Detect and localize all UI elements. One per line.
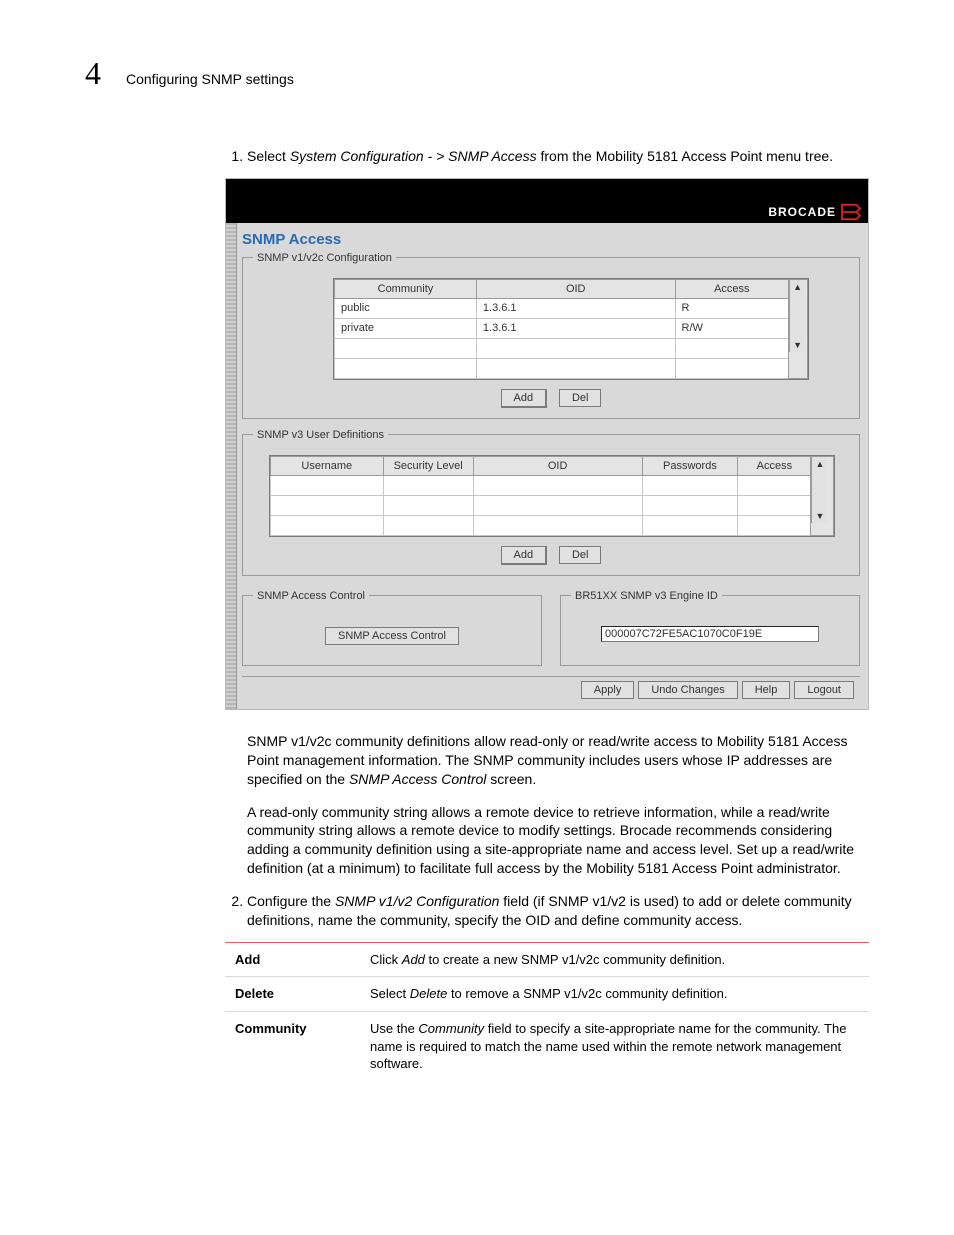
del-button[interactable]: Del: [559, 389, 602, 407]
cell[interactable]: private: [335, 318, 477, 338]
table-scrollbar[interactable]: ▲ ▼: [811, 457, 827, 523]
cell[interactable]: R: [675, 298, 789, 318]
engine-id-field[interactable]: [601, 626, 819, 642]
col-access[interactable]: Access: [675, 279, 789, 298]
col-access2[interactable]: Access: [738, 456, 811, 475]
community-table: Community OID Access ▲ ▼: [334, 279, 808, 379]
col-username[interactable]: Username: [271, 456, 384, 475]
def-desc: Use the Community field to specify a sit…: [360, 1012, 869, 1081]
table-row[interactable]: [335, 338, 808, 358]
step-2: Configure the SNMP v1/v2 Configuration f…: [247, 892, 869, 930]
step-1: Select System Configuration - > SNMP Acc…: [247, 147, 869, 166]
group-legend: SNMP Access Control: [253, 590, 369, 602]
col-oid[interactable]: OID: [476, 279, 675, 298]
page-header: 4 Configuring SNMP settings: [85, 55, 869, 92]
cell[interactable]: 1.3.6.1: [476, 298, 675, 318]
scroll-down-icon[interactable]: ▼: [793, 338, 802, 352]
def-desc: Select Delete to remove a SNMP v1/v2c co…: [360, 977, 869, 1012]
group-legend: SNMP v1/v2c Configuration: [253, 252, 396, 264]
chapter-number: 4: [85, 55, 101, 92]
engine-id-group: BR51XX SNMP v3 Engine ID: [560, 590, 860, 666]
table-row[interactable]: private 1.3.6.1 R/W: [335, 318, 808, 338]
table-row[interactable]: [271, 515, 834, 535]
cell[interactable]: 1.3.6.1: [476, 318, 675, 338]
col-oid2[interactable]: OID: [473, 456, 642, 475]
col-community[interactable]: Community: [335, 279, 477, 298]
del-button[interactable]: Del: [559, 546, 602, 564]
undo-changes-button[interactable]: Undo Changes: [638, 681, 737, 699]
table-row[interactable]: [271, 475, 834, 495]
col-passwords[interactable]: Passwords: [642, 456, 738, 475]
body-paragraph: SNMP v1/v2c community definitions allow …: [247, 732, 869, 789]
group-legend: SNMP v3 User Definitions: [253, 429, 388, 441]
brocade-logo-icon: [840, 203, 862, 221]
def-desc: Click Add to create a new SNMP v1/v2c co…: [360, 942, 869, 977]
def-term: Community: [225, 1012, 360, 1081]
snmp-access-screenshot: BROCADE SNMP Access SNMP v1/v2c Configur…: [225, 178, 869, 710]
snmp-v1v2c-config-group: SNMP v1/v2c Configuration Community OID …: [242, 252, 860, 419]
col-seclevel[interactable]: Security Level: [383, 456, 473, 475]
user-table: Username Security Level OID Passwords Ac…: [270, 456, 834, 536]
scroll-up-icon[interactable]: ▲: [793, 280, 802, 294]
snmp-v3-user-group: SNMP v3 User Definitions Username Securi…: [242, 429, 860, 576]
logout-button[interactable]: Logout: [794, 681, 854, 699]
sidebar-handle[interactable]: [226, 223, 237, 709]
snmp-access-control-button[interactable]: SNMP Access Control: [325, 627, 459, 645]
table-row[interactable]: [271, 495, 834, 515]
cell[interactable]: public: [335, 298, 477, 318]
help-button[interactable]: Help: [742, 681, 791, 699]
add-button[interactable]: Add: [501, 546, 548, 565]
body-paragraph: A read-only community string allows a re…: [247, 803, 869, 879]
apply-button[interactable]: Apply: [581, 681, 635, 699]
page-title: SNMP Access: [242, 231, 860, 248]
table-scrollbar[interactable]: ▲ ▼: [789, 280, 805, 352]
group-legend: BR51XX SNMP v3 Engine ID: [571, 590, 722, 602]
definitions-table: Add Click Add to create a new SNMP v1/v2…: [225, 942, 869, 1081]
button-bar: Apply Undo Changes Help Logout: [242, 676, 860, 703]
table-row[interactable]: [335, 358, 808, 378]
add-button[interactable]: Add: [501, 389, 548, 408]
def-term: Delete: [225, 977, 360, 1012]
table-row[interactable]: public 1.3.6.1 R: [335, 298, 808, 318]
brand-row: BROCADE: [226, 201, 868, 223]
scroll-down-icon[interactable]: ▼: [815, 509, 824, 523]
def-term: Add: [225, 942, 360, 977]
scroll-up-icon[interactable]: ▲: [815, 457, 824, 471]
brand-text: BROCADE: [768, 205, 836, 219]
cell[interactable]: R/W: [675, 318, 789, 338]
snmp-access-control-group: SNMP Access Control SNMP Access Control: [242, 590, 542, 666]
chapter-title: Configuring SNMP settings: [126, 71, 294, 87]
